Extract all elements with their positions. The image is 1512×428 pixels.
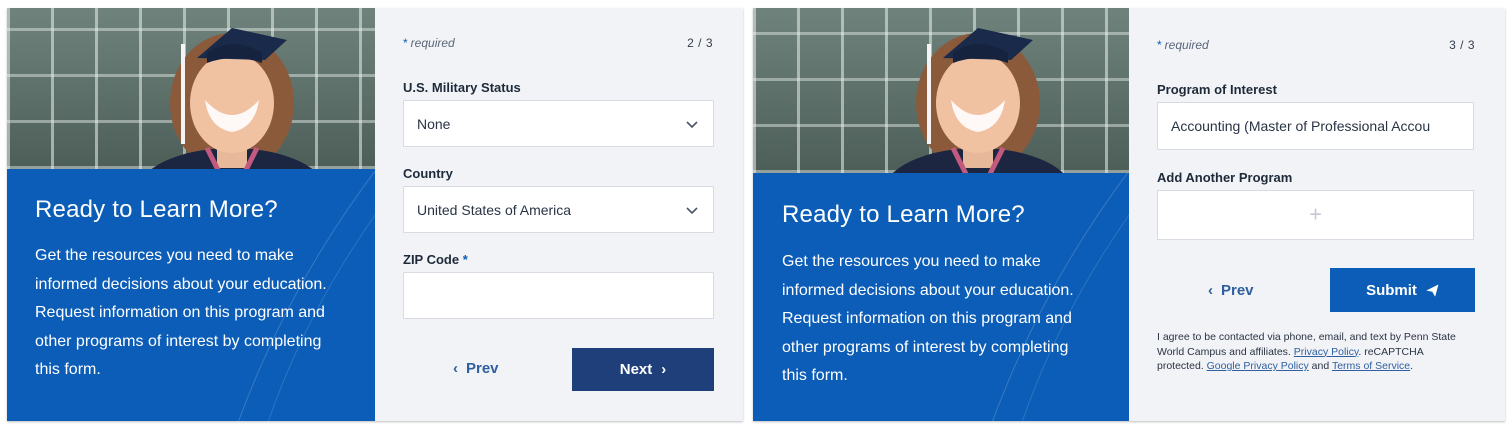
google-privacy-policy-link[interactable]: Google Privacy Policy	[1207, 360, 1309, 372]
program-of-interest-label: Program of Interest	[1157, 82, 1277, 97]
prev-button[interactable]: ‹ Prev	[1208, 282, 1254, 299]
chevron-left-icon: ‹	[1208, 282, 1213, 299]
graduate-photo	[7, 8, 375, 169]
graduate-photo	[753, 8, 1129, 173]
promo-description: Get the resources you need to make infor…	[35, 247, 327, 379]
promo-panel: Ready to Learn More? Get the resources y…	[753, 173, 1129, 421]
military-status-value: None	[417, 116, 451, 132]
next-button[interactable]: Next ›	[572, 348, 714, 391]
step-indicator: 2 / 3	[687, 36, 713, 50]
form-column: * required 2 / 3 U.S. Military Status Non…	[375, 8, 743, 421]
promo-column: Ready to Learn More? Get the resources y…	[753, 8, 1129, 421]
add-program-button[interactable]: +	[1157, 190, 1474, 240]
consent-text: I agree to be contacted via phone, email…	[1157, 331, 1456, 372]
promo-column: Ready to Learn More? Get the resources y…	[7, 8, 375, 421]
chevron-down-icon	[686, 121, 698, 129]
required-star-icon: *	[1157, 38, 1162, 52]
terms-of-service-link[interactable]: Terms of Service	[1332, 360, 1410, 372]
privacy-policy-link[interactable]: Privacy Policy	[1294, 346, 1359, 358]
graduate-illustration	[892, 28, 1064, 173]
chevron-right-icon: ›	[661, 361, 667, 378]
program-value: Accounting (Master of Professional Accou	[1171, 118, 1431, 134]
plus-icon: +	[1309, 201, 1322, 227]
required-star-icon: *	[403, 36, 408, 50]
paper-plane-icon	[1426, 284, 1439, 296]
program-of-interest-select[interactable]: Accounting (Master of Professional Accou	[1157, 102, 1474, 150]
add-program-label: Add Another Program	[1157, 170, 1293, 185]
prev-button[interactable]: ‹ Prev	[453, 360, 499, 377]
form-card-step-3: Ready to Learn More? Get the resources y…	[753, 8, 1505, 421]
country-label: Country	[403, 166, 453, 181]
zip-code-label: ZIP Code *	[403, 252, 468, 267]
promo-panel: Ready to Learn More? Get the resources y…	[7, 169, 375, 421]
form-card-step-2: Ready to Learn More? Get the resources y…	[7, 8, 743, 421]
country-select[interactable]: United States of America	[403, 186, 714, 233]
required-note: * required	[1157, 38, 1209, 52]
chevron-left-icon: ‹	[453, 360, 458, 377]
form-column: * required 3 / 3 Program of Interest Acco…	[1129, 8, 1505, 421]
required-note: * required	[403, 36, 455, 50]
submit-button[interactable]: Submit	[1330, 268, 1475, 312]
graduate-illustration	[151, 28, 313, 169]
step-indicator: 3 / 3	[1449, 38, 1475, 52]
promo-title: Ready to Learn More?	[782, 201, 1025, 228]
promo-title: Ready to Learn More?	[35, 196, 278, 223]
zip-code-input[interactable]	[403, 272, 714, 319]
promo-description: Get the resources you need to make infor…	[782, 253, 1074, 385]
country-value: United States of America	[417, 202, 572, 218]
military-status-label: U.S. Military Status	[403, 80, 521, 95]
chevron-down-icon	[686, 207, 698, 215]
military-status-select[interactable]: None	[403, 100, 714, 147]
required-star-icon: *	[462, 252, 468, 267]
